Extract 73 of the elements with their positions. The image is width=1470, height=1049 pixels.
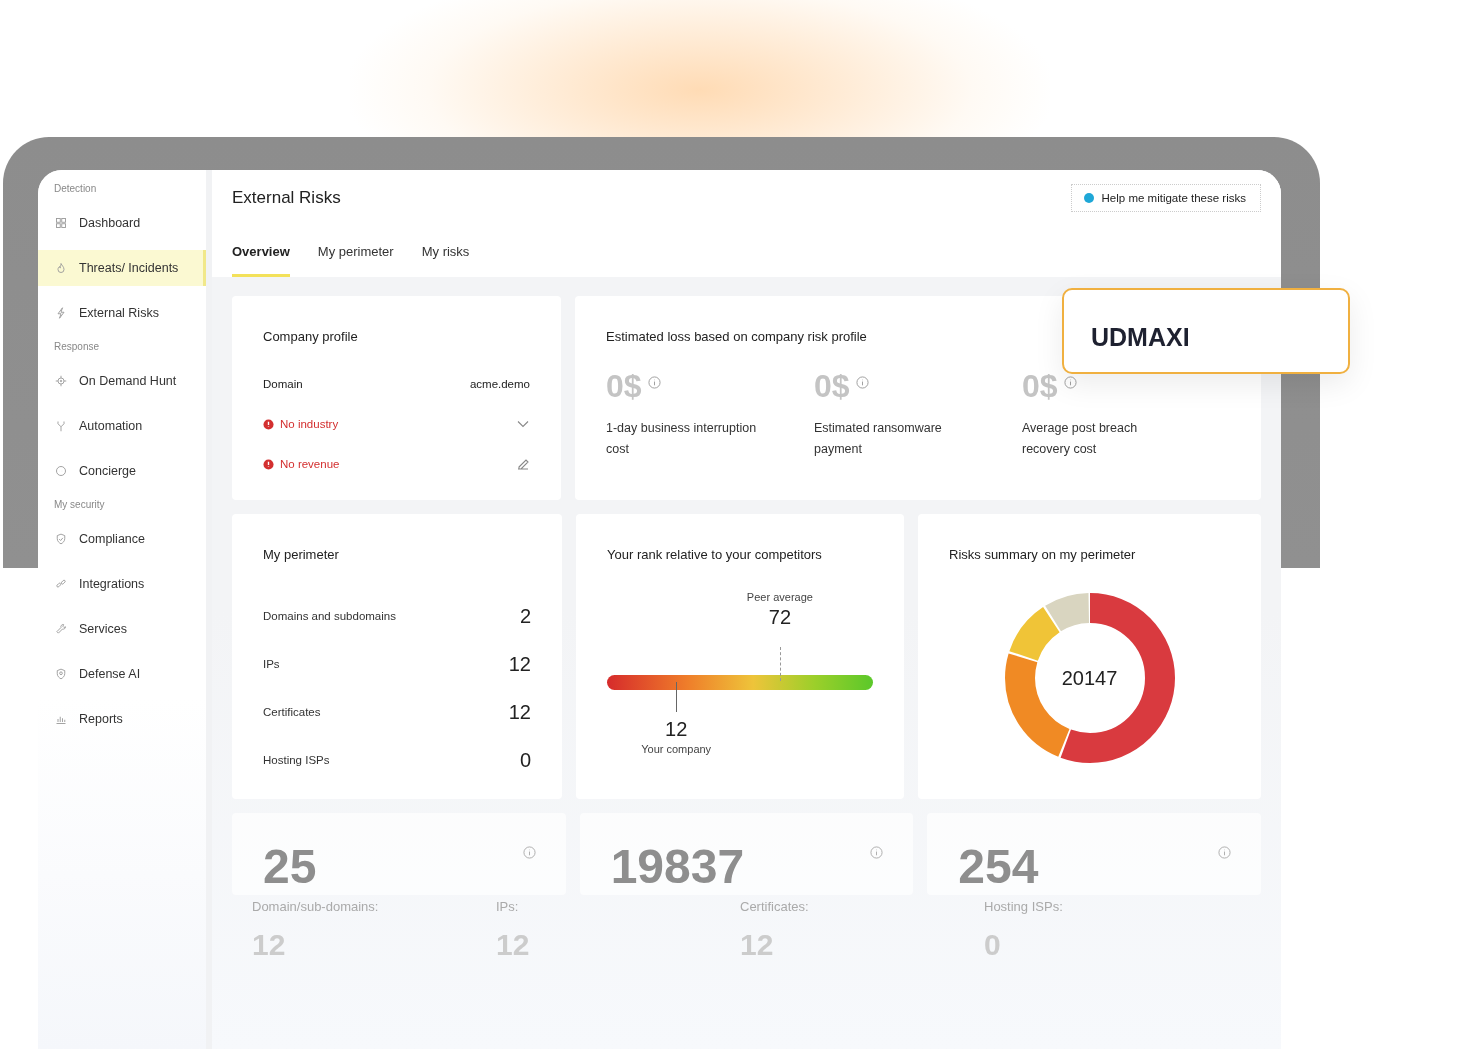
section-label: Detection [53, 182, 98, 196]
info-icon[interactable] [870, 846, 884, 859]
amount-value: 0$ [606, 370, 642, 402]
fork-icon [55, 420, 67, 432]
shield-icon [55, 668, 67, 680]
card-title: My perimeter [263, 547, 339, 562]
grid-icon [55, 217, 67, 229]
sidebar-item[interactable]: Defense AI [38, 656, 206, 692]
perimeter-count: 12 [508, 652, 531, 676]
warning-text: No industry [263, 418, 339, 430]
section-label: Response [53, 340, 101, 354]
sidebar-item[interactable]: Compliance [38, 521, 206, 557]
perimeter-label: Certificates [263, 706, 321, 718]
info-icon[interactable] [522, 846, 536, 859]
sidebar-item[interactable]: Threats/ Incidents [38, 250, 206, 286]
tab[interactable]: My perimeter [317, 244, 394, 277]
tab[interactable]: Overview [232, 244, 290, 277]
amount-label: 1-day business interruption cost [606, 420, 758, 458]
target-icon [55, 375, 67, 387]
help-button[interactable]: Help me mitigate these risks [1070, 184, 1261, 212]
amount-value: 0$ [1022, 370, 1058, 402]
marker-label: Your company [641, 743, 712, 755]
info-icon[interactable] [647, 376, 661, 389]
amount-label: Average post breach recovery cost [1022, 420, 1139, 458]
total-count: 20147 [1061, 666, 1118, 690]
stat-label: IPs: [496, 899, 520, 914]
link-icon [55, 578, 67, 590]
marker-value: 12 [665, 717, 688, 742]
stat-label: Domain/sub-domains: [252, 899, 380, 914]
wrench-icon [55, 623, 67, 635]
sidebar-item[interactable]: Dashboard [38, 205, 206, 241]
brand-name: UDMAXI [1091, 322, 1190, 352]
marker-value: 72 [768, 605, 791, 630]
total-value: 254 [958, 843, 1039, 891]
field-label: Domain [263, 378, 303, 390]
amount-label: Estimated ransomware payment [814, 420, 943, 458]
card-title: Company profile [263, 329, 358, 344]
info-icon[interactable] [855, 376, 869, 389]
pencil-icon[interactable] [516, 457, 530, 471]
card-title: Your rank relative to your competitors [607, 547, 822, 562]
alert-icon [263, 458, 274, 470]
card-title: Estimated loss based on company risk profile [606, 329, 867, 344]
card-title: Risks summary on my perimeter [949, 547, 1136, 562]
lightning-icon [55, 307, 67, 319]
section-label: My security [53, 498, 106, 512]
shield-check-icon [55, 533, 67, 545]
marker-label: Peer average [746, 591, 813, 603]
sidebar-item[interactable]: Automation [38, 408, 206, 444]
perimeter-label: Hosting ISPs [263, 754, 330, 766]
perimeter-count: 0 [519, 748, 531, 772]
stat-label: Certificates: [740, 899, 810, 914]
perimeter-count: 12 [508, 700, 531, 724]
info-icon[interactable] [1218, 846, 1231, 859]
tab[interactable]: My risks [421, 244, 470, 277]
warning-text: No revenue [263, 458, 340, 470]
perimeter-label: IPs [263, 658, 280, 670]
field-value: acme.demo [469, 378, 530, 390]
perimeter-label: Domains and subdomains [263, 610, 396, 622]
sidebar-item[interactable]: Reports [38, 701, 206, 737]
alert-icon [263, 418, 274, 430]
sidebar-item[interactable]: Concierge [38, 453, 206, 489]
page-title: External Risks [232, 188, 341, 208]
amount-value: 0$ [814, 370, 850, 402]
sidebar-item[interactable]: External Risks [38, 295, 206, 331]
perimeter-count: 2 [519, 604, 531, 628]
stat-label: Hosting ISPs: [984, 899, 1064, 914]
sidebar-item[interactable]: Services [38, 611, 206, 647]
sidebar-item[interactable]: Integrations [38, 566, 206, 602]
total-value: 25 [263, 843, 317, 891]
sidebar-item[interactable]: On Demand Hunt [38, 363, 206, 399]
info-icon[interactable] [1063, 376, 1077, 389]
flame-icon [55, 262, 67, 274]
total-value: 19837 [610, 843, 745, 891]
